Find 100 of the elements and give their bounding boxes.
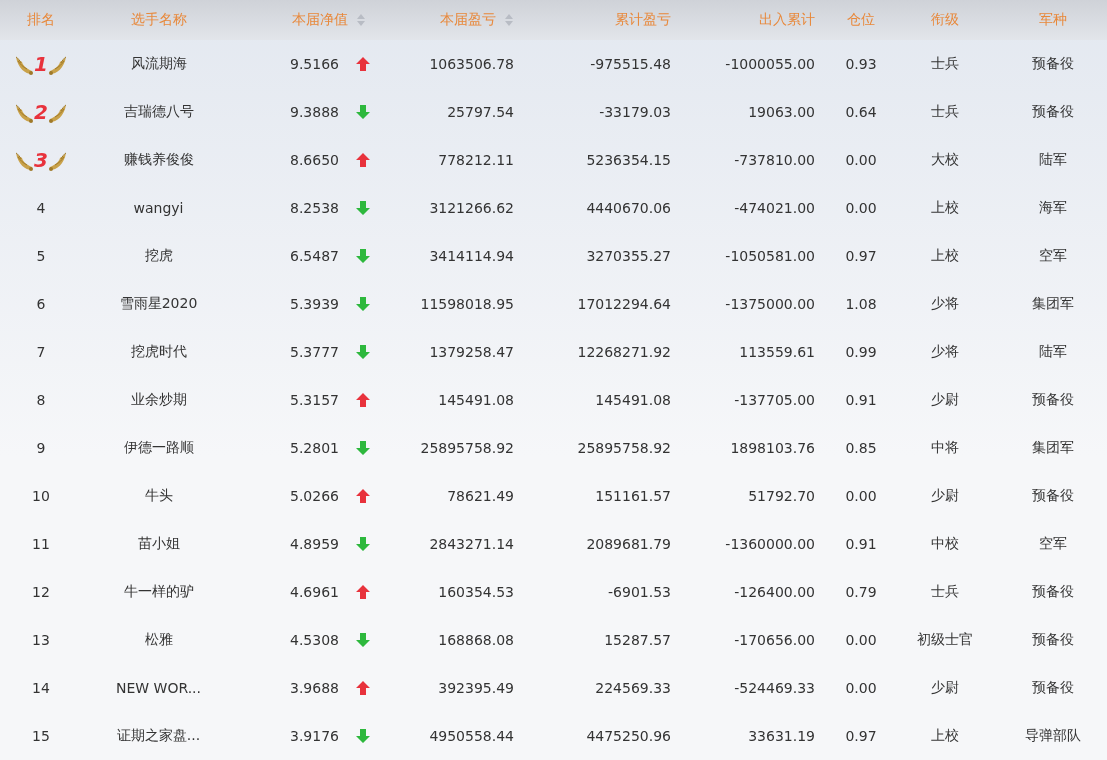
net-value: 4.6961 <box>290 584 339 600</box>
table-cell: 145491.08 <box>595 392 671 408</box>
player-name: 挖虎时代 <box>130 343 187 361</box>
table-cell: 2843271.14 <box>429 536 514 552</box>
table-cell: 0.64 <box>845 104 877 120</box>
net-value: 3.9176 <box>290 728 339 744</box>
table-cell: 3270355.27 <box>586 248 671 264</box>
rank-title: 少将 <box>931 343 959 361</box>
rank-number: 13 <box>32 632 50 648</box>
service-branch: 集团军 <box>1032 439 1074 457</box>
service-branch: 海军 <box>1039 199 1067 217</box>
table-cell: 0.00 <box>845 152 877 168</box>
table-cell: 3414114.94 <box>429 248 514 264</box>
net-value: 5.0266 <box>290 488 339 504</box>
service-branch: 预备役 <box>1032 55 1074 73</box>
rank-title: 少尉 <box>931 391 959 409</box>
rank-number: 14 <box>32 680 50 696</box>
column-header: 本届盈亏 <box>440 11 496 29</box>
net-value: 9.3888 <box>290 104 339 120</box>
net-value: 8.6650 <box>290 152 339 168</box>
rank-title: 少尉 <box>931 487 959 505</box>
rank-number: 4 <box>36 200 46 216</box>
table-cell: 4475250.96 <box>586 728 671 744</box>
column-header: 军种 <box>1039 11 1067 29</box>
sort-icon[interactable] <box>504 13 514 27</box>
net-value: 8.2538 <box>290 200 339 216</box>
net-value: 9.5166 <box>290 56 339 72</box>
column-header: 衔级 <box>931 11 959 29</box>
table-cell: 1063506.78 <box>429 56 514 72</box>
player-name: 赚钱养俊俊 <box>123 151 194 169</box>
player-name: NEW WOR... <box>115 680 202 696</box>
service-branch: 陆军 <box>1039 343 1067 361</box>
net-value: 4.5308 <box>290 632 339 648</box>
rank-title: 中将 <box>931 439 959 457</box>
player-name: wangyi <box>133 200 184 216</box>
rank-number: 10 <box>32 488 50 504</box>
sort-icon[interactable] <box>356 13 366 27</box>
player-name: 伊德一路顺 <box>123 439 194 457</box>
table-cell: -524469.33 <box>734 680 815 696</box>
rank-title: 士兵 <box>931 55 959 73</box>
table-cell: -1360000.00 <box>725 536 815 552</box>
table-cell: 151161.57 <box>595 488 671 504</box>
table-cell: 12268271.92 <box>577 344 671 360</box>
rank-title: 上校 <box>931 199 959 217</box>
table-cell: 1.08 <box>845 296 877 312</box>
table-cell: 0.97 <box>845 728 877 744</box>
player-name: 证期之家盘... <box>116 727 201 745</box>
table-cell: 4440670.06 <box>586 200 671 216</box>
table-cell: 1379258.47 <box>429 344 514 360</box>
table-cell: 0.00 <box>845 488 877 504</box>
player-name: 松雅 <box>144 631 173 649</box>
table-cell: -6901.53 <box>608 584 671 600</box>
rank-number: 11 <box>32 536 50 552</box>
net-value: 5.3157 <box>290 392 339 408</box>
table-cell: 25895758.92 <box>577 440 671 456</box>
table-cell: 25797.54 <box>447 104 514 120</box>
table-cell: 19063.00 <box>748 104 815 120</box>
rank-number: 1 <box>34 52 48 76</box>
rank-title: 中校 <box>931 535 959 553</box>
table-cell: 51792.70 <box>748 488 815 504</box>
table-cell: 5236354.15 <box>586 152 671 168</box>
service-branch: 预备役 <box>1032 487 1074 505</box>
net-value: 6.5487 <box>290 248 339 264</box>
table-cell: 0.99 <box>845 344 877 360</box>
table-cell: -1050581.00 <box>725 248 815 264</box>
service-branch: 集团军 <box>1032 295 1074 313</box>
table-cell: 778212.11 <box>438 152 514 168</box>
column-header: 排名 <box>27 11 55 29</box>
rank-title: 少尉 <box>931 679 959 697</box>
rank-title: 上校 <box>931 727 959 745</box>
service-branch: 空军 <box>1039 535 1067 553</box>
rank-number: 7 <box>36 344 46 360</box>
table-cell: 0.00 <box>845 200 877 216</box>
table-cell: 0.79 <box>845 584 877 600</box>
table-cell: -170656.00 <box>734 632 815 648</box>
rank-title: 初级士官 <box>917 631 973 649</box>
table-cell: 3121266.62 <box>429 200 514 216</box>
net-value: 3.9688 <box>290 680 339 696</box>
service-branch: 预备役 <box>1032 679 1074 697</box>
table-cell: 1898103.76 <box>730 440 815 456</box>
service-branch: 预备役 <box>1032 391 1074 409</box>
net-value: 5.3777 <box>290 344 339 360</box>
table-cell: 25895758.92 <box>420 440 514 456</box>
table-cell: 0.91 <box>845 536 877 552</box>
rank-number: 6 <box>36 296 46 312</box>
rank-number: 2 <box>34 100 48 124</box>
rank-number: 15 <box>32 728 50 744</box>
column-header: 本届净值 <box>292 11 348 29</box>
table-cell: 17012294.64 <box>577 296 671 312</box>
table-cell: 113559.61 <box>739 344 815 360</box>
table-cell: -474021.00 <box>734 200 815 216</box>
table-cell: 160354.53 <box>438 584 514 600</box>
service-branch: 导弹部队 <box>1025 727 1081 745</box>
table-cell: 11598018.95 <box>420 296 514 312</box>
table-cell: 0.00 <box>845 632 877 648</box>
rank-number: 8 <box>36 392 46 408</box>
table-cell: 0.85 <box>845 440 877 456</box>
column-header: 累计盈亏 <box>615 11 671 29</box>
rank-title: 上校 <box>931 247 959 265</box>
table-cell: 168868.08 <box>438 632 514 648</box>
